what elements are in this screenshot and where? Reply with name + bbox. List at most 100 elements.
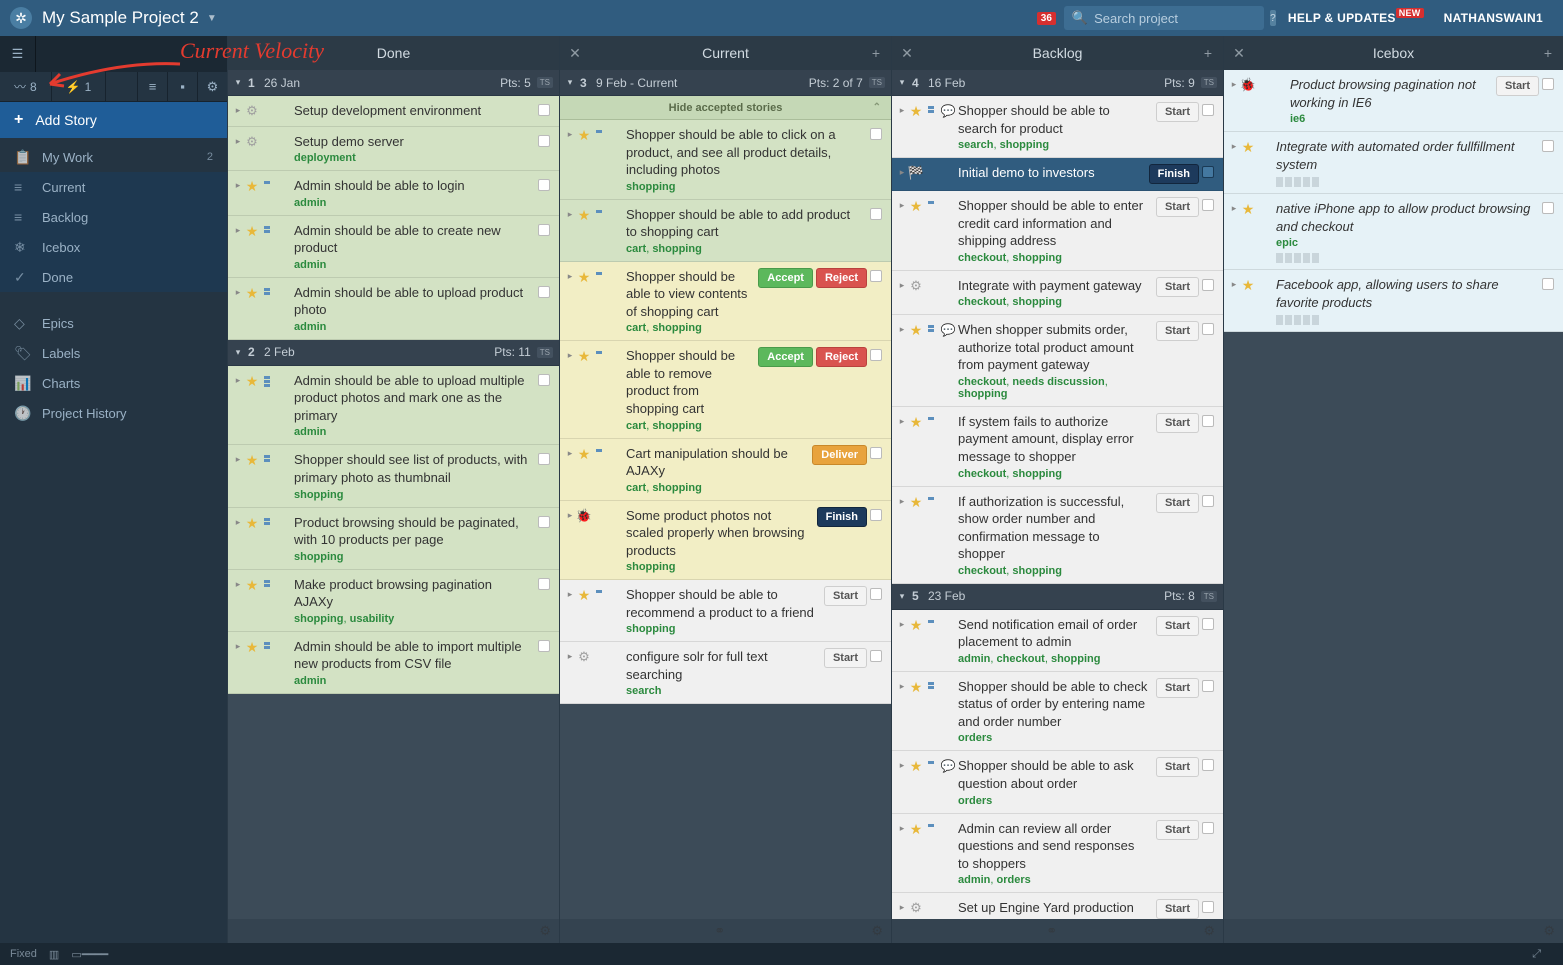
- story-row[interactable]: ▸ 🐞 Some product photos not scaled prope…: [560, 501, 891, 581]
- sidebar-item[interactable]: ✓ Done: [0, 262, 227, 292]
- story-labels[interactable]: checkout, shopping: [958, 252, 1148, 264]
- story-row[interactable]: ▸ ★ Shopper should see list of products,…: [228, 445, 559, 507]
- story-row[interactable]: ▸ ★ Shopper should be able to add produc…: [560, 200, 891, 262]
- panel-gear-icon[interactable]: ⚙: [1543, 923, 1555, 939]
- story-row[interactable]: ▸ ★ Cart manipulation should be AJAXycar…: [560, 439, 891, 501]
- select-checkbox[interactable]: [1542, 140, 1554, 152]
- sidebar-item[interactable]: ❄ Icebox: [0, 232, 227, 262]
- iteration-header[interactable]: ▾ 2 2 Feb Pts: 11 TS: [228, 340, 559, 366]
- story-title[interactable]: configure solr for full text searching: [626, 648, 816, 683]
- story-labels[interactable]: deployment: [294, 152, 531, 164]
- expand-story-icon[interactable]: ▸: [232, 576, 244, 625]
- deliver-button[interactable]: Deliver: [812, 445, 867, 465]
- settings-icon[interactable]: ⚙: [197, 72, 227, 102]
- story-row[interactable]: ▸ ★ Shopper should be able to recommend …: [560, 580, 891, 642]
- story-labels[interactable]: checkout, shopping: [958, 296, 1148, 308]
- expand-story-icon[interactable]: ▸: [896, 413, 908, 480]
- expand-story-icon[interactable]: ▸: [232, 284, 244, 333]
- story-row[interactable]: ▸ ★ Admin should be able to loginadmin: [228, 171, 559, 216]
- expand-story-icon[interactable]: ▸: [232, 514, 244, 563]
- select-checkbox[interactable]: [870, 509, 882, 521]
- link-icon[interactable]: ⚭: [1046, 923, 1057, 939]
- start-button[interactable]: Start: [824, 648, 867, 668]
- select-checkbox[interactable]: [870, 650, 882, 662]
- velocity-value[interactable]: 〰8: [0, 72, 52, 102]
- panel-gear-icon[interactable]: ⚙: [1203, 923, 1215, 939]
- story-title[interactable]: If authorization is successful, show ord…: [958, 493, 1148, 563]
- expand-story-icon[interactable]: ▸: [232, 102, 244, 120]
- collapse-iteration-icon[interactable]: ▾: [560, 77, 580, 88]
- sidebar-item[interactable]: 📋 My Work 2: [0, 142, 227, 172]
- story-row[interactable]: ▸ 🏁 Initial demo to investors Finish: [892, 158, 1223, 191]
- story-title[interactable]: Send notification email of order placeme…: [958, 616, 1148, 651]
- panel-gear-icon[interactable]: ⚙: [539, 923, 551, 939]
- select-checkbox[interactable]: [1202, 199, 1214, 211]
- story-row[interactable]: ▸ ★ 💬 Shopper should be able to ask ques…: [892, 751, 1223, 813]
- accept-button[interactable]: Accept: [758, 347, 813, 367]
- story-labels[interactable]: ie6: [1290, 113, 1488, 125]
- story-row[interactable]: ▸ ★ Admin should be able to upload produ…: [228, 278, 559, 340]
- story-title[interactable]: Shopper should be able to view contents …: [626, 268, 750, 321]
- story-row[interactable]: ▸ ★ If system fails to authorize payment…: [892, 407, 1223, 487]
- expand-story-icon[interactable]: ▸: [1228, 276, 1240, 325]
- story-labels[interactable]: shopping: [626, 623, 816, 635]
- story-title[interactable]: Admin should be able to upload multiple …: [294, 372, 531, 425]
- expand-story-icon[interactable]: ▸: [896, 757, 908, 806]
- story-labels[interactable]: cart, shopping: [626, 482, 804, 494]
- story-labels[interactable]: admin: [294, 197, 531, 209]
- story-labels[interactable]: epic: [1276, 237, 1535, 249]
- start-button[interactable]: Start: [1156, 678, 1199, 698]
- story-row[interactable]: ▸ ★ Admin should be able to upload multi…: [228, 366, 559, 446]
- expand-story-icon[interactable]: ▸: [896, 616, 908, 665]
- select-checkbox[interactable]: [538, 104, 550, 116]
- search-input[interactable]: [1094, 11, 1270, 26]
- story-labels[interactable]: checkout, shopping: [958, 565, 1148, 577]
- select-checkbox[interactable]: [870, 447, 882, 459]
- expand-story-icon[interactable]: ▸: [564, 268, 576, 335]
- notification-badge[interactable]: 36: [1037, 12, 1056, 25]
- comment-icon[interactable]: 💬: [941, 104, 956, 151]
- iteration-header[interactable]: ▾ 1 26 Jan Pts: 5 TS: [228, 70, 559, 96]
- expand-story-icon[interactable]: ▸: [896, 820, 908, 887]
- story-title[interactable]: If system fails to authorize payment amo…: [958, 413, 1148, 466]
- select-checkbox[interactable]: [870, 270, 882, 282]
- story-title[interactable]: Setup development environment: [294, 102, 531, 120]
- story-title[interactable]: Admin can review all order questions and…: [958, 820, 1148, 873]
- select-checkbox[interactable]: [538, 135, 550, 147]
- collapse-iteration-icon[interactable]: ▾: [892, 591, 912, 602]
- sidebar-item[interactable]: ≡ Current: [0, 172, 227, 202]
- story-title[interactable]: Admin should be able to import multiple …: [294, 638, 531, 673]
- select-checkbox[interactable]: [538, 286, 550, 298]
- story-title[interactable]: Initial demo to investors: [958, 164, 1141, 182]
- search-help-icon[interactable]: ?: [1270, 10, 1276, 26]
- story-title[interactable]: Shopper should be able to add product to…: [626, 206, 863, 241]
- expand-story-icon[interactable]: ▸: [232, 451, 244, 500]
- story-title[interactable]: Shopper should be able to enter credit c…: [958, 197, 1148, 250]
- story-labels[interactable]: orders: [958, 732, 1148, 744]
- expand-story-icon[interactable]: ▸: [896, 164, 908, 184]
- start-button[interactable]: Start: [1496, 76, 1539, 96]
- close-panel-icon[interactable]: ✕: [1224, 45, 1254, 62]
- expand-story-icon[interactable]: ▸: [896, 277, 908, 309]
- story-row[interactable]: ▸ ★ Admin can review all order questions…: [892, 814, 1223, 894]
- story-title[interactable]: Admin should be able to login: [294, 177, 531, 195]
- story-labels[interactable]: admin: [294, 321, 531, 333]
- username-menu[interactable]: NATHANSWAIN1: [1444, 11, 1543, 25]
- link-icon[interactable]: ⚭: [714, 923, 725, 939]
- select-checkbox[interactable]: [1202, 901, 1214, 913]
- volatility-value[interactable]: ⚡1: [52, 72, 107, 102]
- story-row[interactable]: ▸ 🐞 Product browsing pagination not work…: [1224, 70, 1563, 132]
- reject-button[interactable]: Reject: [816, 268, 867, 288]
- panel-gear-icon[interactable]: ⚙: [871, 923, 883, 939]
- story-row[interactable]: ▸ ⚙ Integrate with payment gatewaychecko…: [892, 271, 1223, 316]
- story-row[interactable]: ▸ ★ Make product browsing pagination AJA…: [228, 570, 559, 632]
- expand-story-icon[interactable]: ▸: [896, 197, 908, 264]
- iteration-header[interactable]: ▾ 4 16 Feb Pts: 9 TS: [892, 70, 1223, 96]
- select-checkbox[interactable]: [1542, 78, 1554, 90]
- story-row[interactable]: ▸ ★ Shopper should be able to view conte…: [560, 262, 891, 342]
- select-checkbox[interactable]: [1202, 415, 1214, 427]
- expand-story-icon[interactable]: ▸: [1228, 138, 1240, 187]
- start-button[interactable]: Start: [1156, 899, 1199, 919]
- story-row[interactable]: ▸ ★ Product browsing should be paginated…: [228, 508, 559, 570]
- comment-icon[interactable]: 💬: [941, 323, 956, 400]
